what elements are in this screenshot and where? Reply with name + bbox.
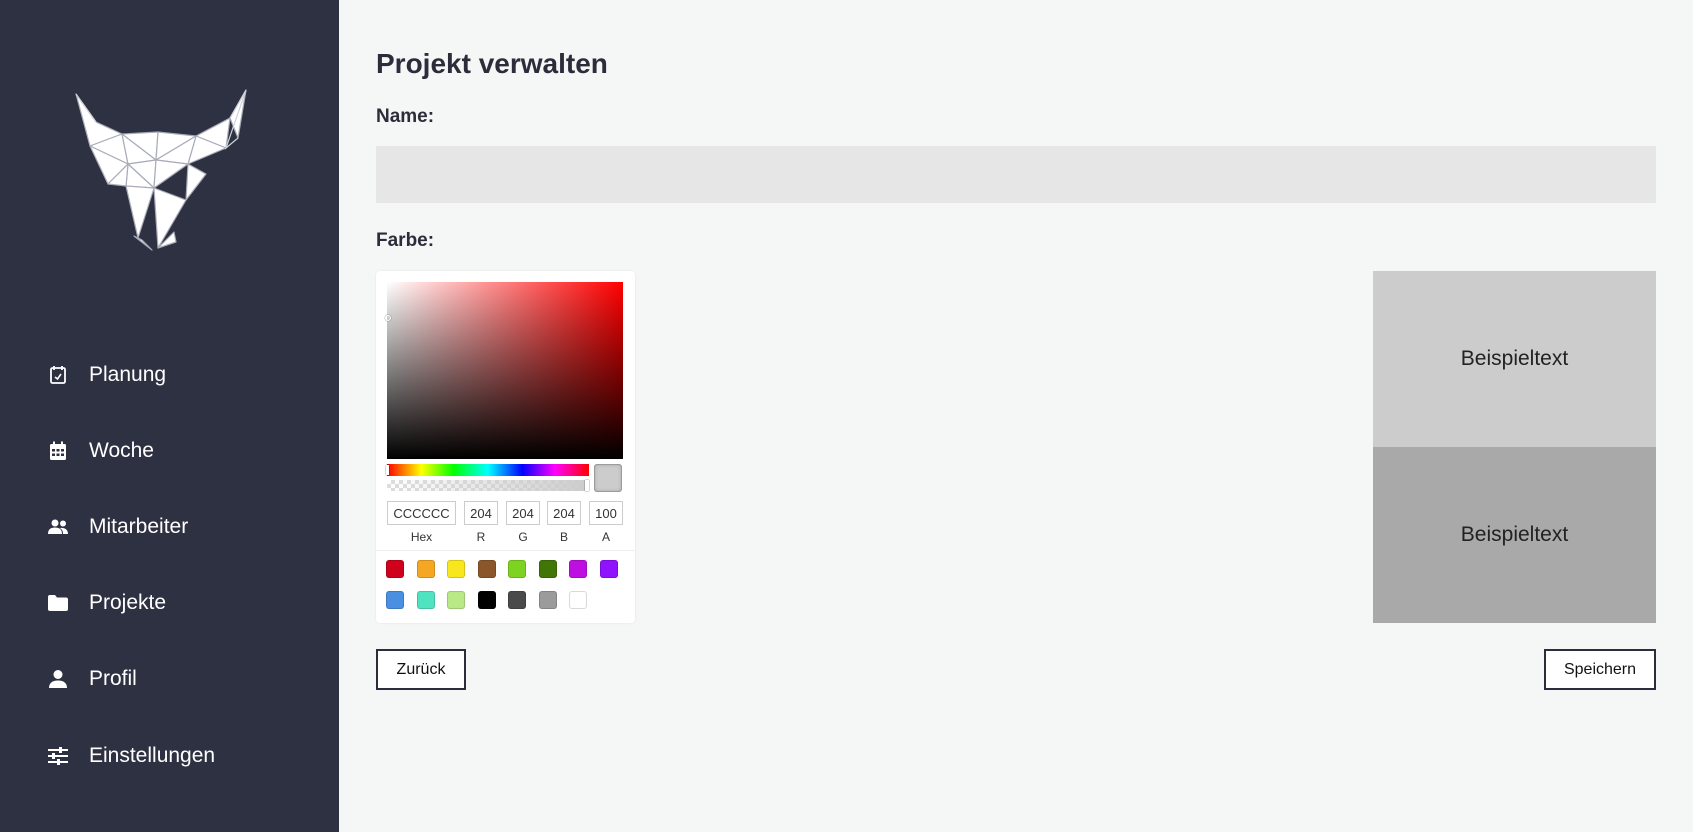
alpha-slider[interactable] bbox=[387, 480, 589, 491]
sidebar-item-label: Einstellungen bbox=[89, 744, 216, 767]
color-preview: Beispieltext Beispieltext bbox=[1373, 271, 1656, 623]
saturation-area[interactable] bbox=[385, 282, 623, 459]
hex-input[interactable] bbox=[387, 501, 456, 525]
sidebar-item-profil[interactable]: Profil bbox=[0, 654, 339, 704]
sidebar-item-label: Profil bbox=[89, 667, 137, 690]
preset-swatch[interactable] bbox=[569, 591, 587, 609]
blue-label: B bbox=[559, 530, 568, 544]
preset-swatch[interactable] bbox=[508, 560, 526, 578]
preset-swatch[interactable] bbox=[447, 560, 465, 578]
people-icon bbox=[46, 515, 70, 539]
preset-swatch[interactable] bbox=[477, 591, 496, 609]
alpha-handle[interactable] bbox=[585, 480, 589, 491]
green-input[interactable] bbox=[506, 501, 540, 525]
hue-slider[interactable] bbox=[386, 464, 589, 476]
preview-light: Beispieltext bbox=[1373, 271, 1656, 447]
sidebar-item-label: Planung bbox=[89, 363, 167, 386]
color-picker: Hex R G B A bbox=[376, 271, 635, 623]
current-color-swatch bbox=[594, 464, 622, 492]
page-title: Projekt verwalten bbox=[376, 48, 608, 79]
preset-swatch[interactable] bbox=[447, 591, 465, 609]
sidebar: Planung Woche Mitarbeiter Projekte Profi… bbox=[0, 0, 339, 832]
preset-swatch[interactable] bbox=[569, 560, 587, 578]
preset-swatch[interactable] bbox=[538, 591, 557, 609]
color-label: Farbe: bbox=[376, 230, 435, 251]
calendar-grid-icon bbox=[46, 439, 70, 463]
saturation-pointer[interactable] bbox=[385, 315, 391, 321]
person-icon bbox=[46, 667, 70, 691]
picker-divider bbox=[376, 550, 635, 551]
sidebar-item-label: Mitarbeiter bbox=[89, 515, 189, 538]
preset-swatch[interactable] bbox=[386, 591, 404, 609]
preset-swatch[interactable] bbox=[416, 560, 435, 578]
alpha-label: A bbox=[601, 530, 610, 544]
preview-text-light: Beispieltext bbox=[1460, 347, 1569, 370]
main-content: Projekt verwalten Name: Farbe: Hex R G B… bbox=[339, 0, 1693, 832]
preview-text-dark: Beispieltext bbox=[1460, 523, 1569, 546]
alpha-input[interactable] bbox=[589, 501, 623, 525]
name-input[interactable] bbox=[376, 146, 1656, 203]
sidebar-item-woche[interactable]: Woche bbox=[0, 426, 339, 476]
preset-swatch[interactable] bbox=[416, 591, 435, 609]
name-label: Name: bbox=[376, 106, 435, 127]
preset-swatch[interactable] bbox=[386, 560, 404, 578]
sidebar-item-label: Woche bbox=[89, 439, 154, 462]
red-label: R bbox=[476, 530, 486, 544]
preset-swatch[interactable] bbox=[538, 560, 557, 578]
blue-input[interactable] bbox=[547, 501, 581, 525]
calendar-check-icon bbox=[46, 363, 70, 387]
preview-dark: Beispieltext bbox=[1373, 447, 1656, 623]
red-input[interactable] bbox=[464, 501, 498, 525]
save-button[interactable]: Speichern bbox=[1544, 649, 1656, 690]
bull-logo bbox=[75, 89, 247, 251]
green-label: G bbox=[518, 530, 528, 544]
back-button[interactable]: Zurück bbox=[376, 649, 466, 690]
preset-swatch[interactable] bbox=[599, 560, 618, 578]
sidebar-item-einstellungen[interactable]: Einstellungen bbox=[0, 731, 339, 781]
preset-swatch[interactable] bbox=[477, 560, 496, 578]
sidebar-item-planung[interactable]: Planung bbox=[0, 350, 339, 400]
preset-swatch[interactable] bbox=[508, 591, 526, 609]
sliders-icon bbox=[46, 744, 70, 768]
folder-icon bbox=[46, 591, 70, 615]
hex-label: Hex bbox=[410, 530, 433, 544]
sidebar-item-projekte[interactable]: Projekte bbox=[0, 578, 339, 628]
sidebar-item-mitarbeiter[interactable]: Mitarbeiter bbox=[0, 502, 339, 552]
hue-handle[interactable] bbox=[386, 465, 389, 475]
sidebar-item-label: Projekte bbox=[89, 591, 167, 614]
